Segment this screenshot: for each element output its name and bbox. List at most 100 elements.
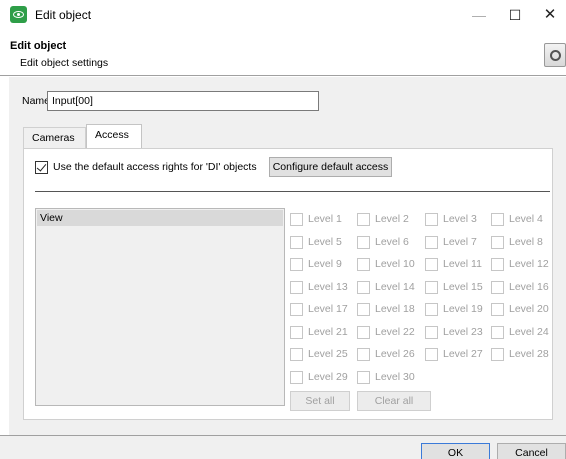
level-checkbox-item: Level 7 bbox=[425, 235, 491, 251]
level-checkbox[interactable] bbox=[491, 235, 504, 249]
level-label: Level 21 bbox=[308, 325, 348, 338]
level-checkbox-item: Level 20 bbox=[491, 302, 557, 318]
level-label: Level 9 bbox=[308, 258, 342, 270]
level-checkbox[interactable] bbox=[357, 258, 370, 271]
configure-default-access-button[interactable]: Configure default access bbox=[269, 157, 392, 177]
level-checkbox[interactable] bbox=[425, 213, 438, 226]
level-checkbox-item: Level 9 bbox=[290, 257, 356, 273]
dialog-header: Edit object Edit object settings bbox=[0, 30, 566, 75]
level-checkbox-item: Level 28 bbox=[491, 347, 557, 363]
level-label: Level 11 bbox=[443, 258, 482, 270]
level-checkbox-item: Level 27 bbox=[425, 347, 491, 363]
level-checkbox[interactable] bbox=[425, 235, 438, 249]
level-label: Level 19 bbox=[443, 303, 483, 315]
access-tab-panel: Use the default access rights for 'DI' o… bbox=[23, 148, 553, 420]
level-checkbox[interactable] bbox=[425, 348, 438, 361]
level-checkbox[interactable] bbox=[425, 303, 438, 316]
level-checkbox-item: Level 24 bbox=[491, 325, 557, 341]
level-checkbox[interactable] bbox=[491, 213, 504, 226]
level-checkbox[interactable] bbox=[491, 303, 504, 316]
level-checkbox-item: Level 17 bbox=[290, 302, 356, 318]
level-checkbox[interactable] bbox=[491, 280, 504, 294]
name-field[interactable] bbox=[47, 91, 319, 111]
level-checkbox-item: Level 18 bbox=[357, 302, 423, 318]
dialog-body: Name Cameras Access Use the default acce… bbox=[9, 77, 566, 435]
level-label: Level 28 bbox=[509, 348, 549, 360]
name-label: Name bbox=[22, 95, 51, 107]
minimize-button[interactable]: — bbox=[459, 4, 499, 26]
settings-icon bbox=[544, 43, 566, 67]
level-checkbox[interactable] bbox=[357, 348, 370, 361]
level-checkbox-item: Level 15 bbox=[425, 280, 491, 296]
level-checkbox[interactable] bbox=[357, 303, 370, 316]
level-checkbox[interactable] bbox=[357, 235, 370, 249]
level-label: Level 5 bbox=[308, 235, 342, 248]
list-item[interactable]: View bbox=[37, 210, 283, 226]
level-label: Level 7 bbox=[443, 235, 477, 248]
maximize-button[interactable]: ☐ bbox=[495, 4, 535, 26]
cancel-button[interactable]: Cancel bbox=[497, 443, 566, 459]
level-checkbox-item: Level 19 bbox=[425, 302, 491, 318]
level-checkbox[interactable] bbox=[290, 258, 303, 271]
use-default-access-checkbox[interactable] bbox=[35, 161, 48, 174]
level-checkbox[interactable] bbox=[290, 348, 303, 361]
level-checkbox-item: Level 11 bbox=[425, 257, 491, 273]
level-label: Level 25 bbox=[308, 348, 348, 360]
level-label: Level 27 bbox=[443, 348, 483, 360]
level-checkbox-item: Level 23 bbox=[425, 325, 491, 341]
tab-cameras[interactable]: Cameras bbox=[23, 127, 86, 149]
level-checkbox[interactable] bbox=[290, 370, 303, 384]
level-checkbox[interactable] bbox=[425, 280, 438, 294]
level-label: Level 15 bbox=[443, 280, 483, 293]
level-label: Level 24 bbox=[509, 325, 549, 338]
level-checkbox[interactable] bbox=[357, 325, 370, 339]
level-checkbox-item: Level 14 bbox=[357, 280, 423, 296]
level-label: Level 20 bbox=[509, 303, 549, 315]
level-checkbox[interactable] bbox=[290, 303, 303, 316]
level-checkbox-item: Level 1 bbox=[290, 212, 356, 228]
set-all-button[interactable]: Set all bbox=[290, 391, 350, 411]
checkmark-icon bbox=[36, 161, 47, 172]
level-label: Level 3 bbox=[443, 213, 477, 225]
level-checkbox-item: Level 25 bbox=[290, 347, 356, 363]
level-checkbox-item: Level 26 bbox=[357, 347, 423, 363]
eye-icon bbox=[10, 6, 27, 23]
level-checkbox[interactable] bbox=[290, 213, 303, 226]
close-button[interactable]: ✕ bbox=[530, 4, 566, 26]
use-default-access-label: Use the default access rights for 'DI' o… bbox=[53, 161, 257, 173]
level-checkbox[interactable] bbox=[425, 325, 438, 339]
level-checkbox[interactable] bbox=[290, 325, 303, 339]
level-checkbox[interactable] bbox=[491, 325, 504, 339]
level-label: Level 18 bbox=[375, 303, 415, 315]
level-label: Level 10 bbox=[375, 258, 415, 270]
clear-all-button[interactable]: Clear all bbox=[357, 391, 431, 411]
level-label: Level 23 bbox=[443, 325, 483, 338]
level-checkbox-item: Level 22 bbox=[357, 325, 423, 341]
level-checkbox[interactable] bbox=[290, 235, 303, 249]
level-checkbox-item: Level 4 bbox=[491, 212, 557, 228]
level-label: Level 6 bbox=[375, 235, 409, 248]
access-rights-list[interactable]: View bbox=[35, 208, 285, 406]
level-checkbox[interactable] bbox=[357, 280, 370, 294]
level-checkbox[interactable] bbox=[425, 258, 438, 271]
level-checkbox[interactable] bbox=[290, 280, 303, 294]
level-label: Level 17 bbox=[308, 303, 348, 315]
level-checkbox-item: Level 29 bbox=[290, 370, 356, 386]
level-checkbox[interactable] bbox=[357, 213, 370, 226]
level-checkbox-item: Level 10 bbox=[357, 257, 423, 273]
level-checkbox-item: Level 2 bbox=[357, 212, 423, 228]
tab-access[interactable]: Access bbox=[86, 124, 142, 149]
ok-button[interactable]: OK bbox=[421, 443, 490, 459]
window-title: Edit object bbox=[35, 8, 92, 22]
level-checkbox[interactable] bbox=[491, 258, 504, 271]
access-levels-grid: Level 1 Level 2 Level 3 Level 4 Level 5 Level… bbox=[290, 208, 557, 411]
level-checkbox[interactable] bbox=[357, 370, 370, 384]
level-checkbox-item: Level 16 bbox=[491, 280, 557, 296]
level-label: Level 22 bbox=[375, 325, 415, 338]
level-checkbox-item: Level 5 bbox=[290, 235, 356, 251]
level-checkbox[interactable] bbox=[491, 348, 504, 361]
level-checkbox-item: Level 30 bbox=[357, 370, 423, 386]
level-label: Level 2 bbox=[375, 213, 409, 225]
level-checkbox-item: Level 21 bbox=[290, 325, 356, 341]
level-label: Level 29 bbox=[308, 370, 348, 383]
